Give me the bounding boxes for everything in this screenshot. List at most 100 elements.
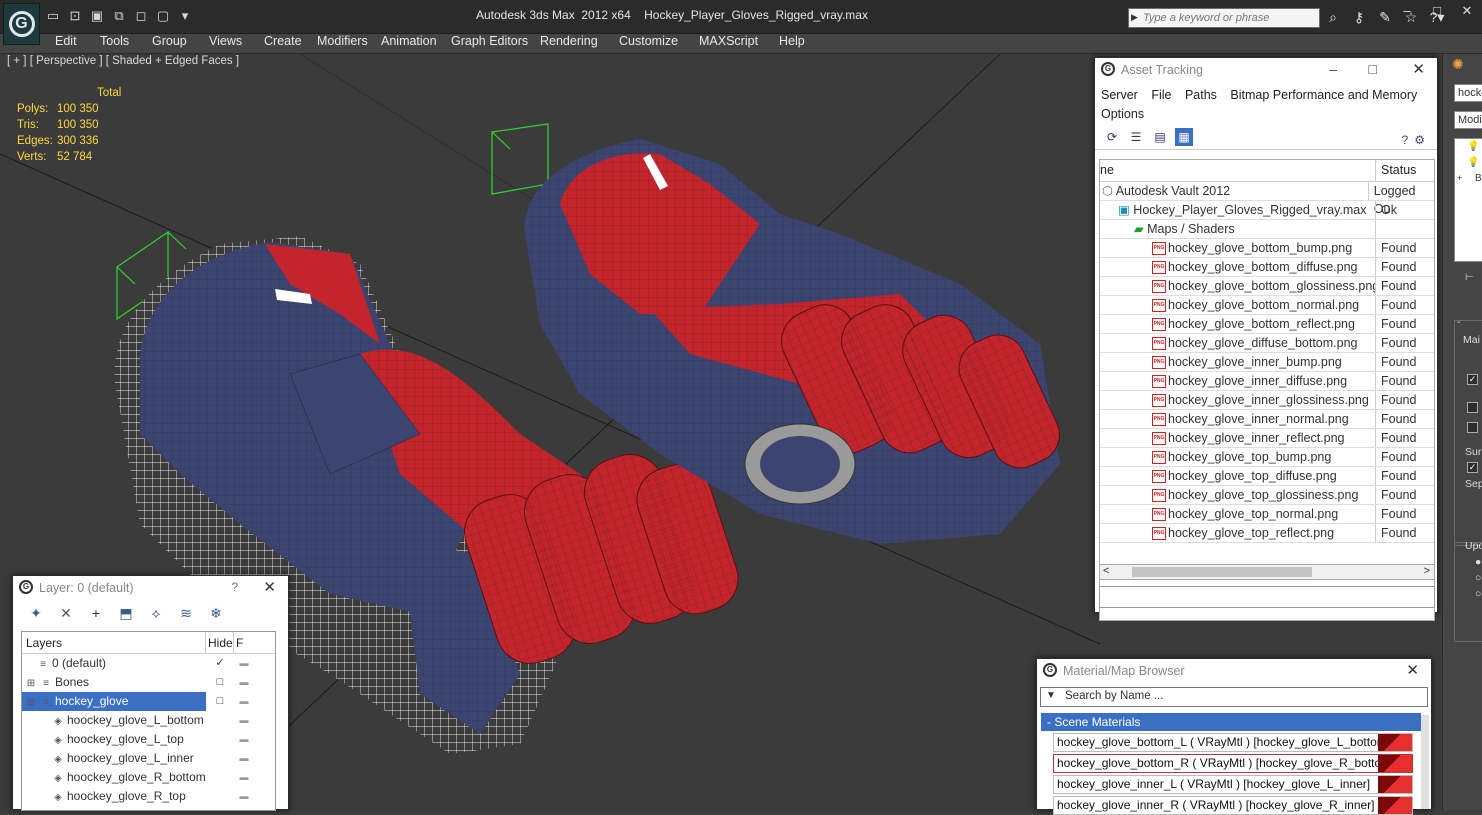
menu-graph-editors[interactable]: Graph Editors bbox=[451, 34, 528, 48]
pin-stack-icon[interactable]: ⊢ bbox=[1465, 272, 1474, 283]
rollout-toggle[interactable]: - bbox=[1457, 316, 1461, 328]
hide-toggle[interactable] bbox=[206, 730, 234, 749]
layer-titlebar[interactable]: G Layer: 0 (default) ? ✕ bbox=[13, 576, 288, 600]
scroll-right-icon[interactable]: > bbox=[1424, 565, 1430, 577]
menu-modifiers[interactable]: Modifiers bbox=[317, 34, 368, 48]
minimize-button[interactable]: – bbox=[1392, 0, 1422, 22]
object-name-field[interactable]: hocke bbox=[1454, 84, 1482, 102]
refresh-icon[interactable]: ⟳ bbox=[1103, 128, 1121, 146]
stack-item-label[interactable]: B bbox=[1475, 173, 1482, 184]
menu-options[interactable]: Options bbox=[1101, 107, 1144, 121]
material-item[interactable]: hockey_glove_inner_L ( VRayMtl ) [hockey… bbox=[1053, 775, 1413, 794]
table-row[interactable]: PNG hockey_glove_bottom_bump.png Found bbox=[1100, 239, 1434, 258]
material-search-input[interactable]: ▼ Search by Name ... bbox=[1040, 687, 1428, 707]
hide-toggle[interactable] bbox=[206, 768, 234, 787]
layer-row[interactable]: ◈ hoockey_glove_L_top ▬ bbox=[22, 730, 275, 749]
column-status-header[interactable]: Status bbox=[1376, 160, 1416, 181]
new-file-icon[interactable]: ▭ bbox=[44, 8, 62, 24]
menu-rendering[interactable]: Rendering bbox=[540, 34, 598, 48]
scroll-left-icon[interactable]: < bbox=[1103, 565, 1109, 577]
table-row[interactable]: PNG hockey_glove_bottom_diffuse.png Found bbox=[1100, 258, 1434, 277]
hide-toggle[interactable] bbox=[206, 749, 234, 768]
binoculars-icon[interactable]: ⌕ bbox=[1322, 8, 1344, 26]
freeze-toggle-icon[interactable]: ▬ bbox=[234, 692, 254, 711]
hide-toggle[interactable]: □ bbox=[206, 692, 234, 711]
horizontal-scrollbar[interactable]: < > bbox=[1099, 564, 1435, 580]
freeze-toggle-icon[interactable]: ▬ bbox=[234, 673, 254, 692]
table-row[interactable]: PNG hockey_glove_inner_glossiness.png Foun… bbox=[1100, 391, 1434, 410]
minimize-button[interactable]: – bbox=[1329, 61, 1337, 77]
light-bulb-icon[interactable]: 💡 bbox=[1467, 157, 1479, 168]
modifier-list-dropdown[interactable]: Modif bbox=[1454, 111, 1482, 129]
light-bulb-icon[interactable]: 💡 bbox=[1467, 141, 1479, 152]
hide-toggle[interactable]: ✓ bbox=[206, 654, 234, 673]
checkbox[interactable]: ✓ bbox=[1467, 462, 1478, 473]
layer-row[interactable]: ◈ hoockey_glove_R_bottom ▬ bbox=[22, 768, 275, 787]
expand-search-icon[interactable]: ▶ bbox=[1131, 12, 1138, 23]
help-icon[interactable]: ? bbox=[231, 580, 238, 594]
settings-icon[interactable]: ⚙ bbox=[1414, 133, 1425, 147]
close-icon[interactable]: ✕ bbox=[1412, 60, 1425, 78]
material-item[interactable]: hockey_glove_inner_R ( VRayMtl ) [hockey… bbox=[1053, 796, 1413, 815]
table-row[interactable]: PNG hockey_glove_bottom_reflect.png Found bbox=[1100, 315, 1434, 334]
table-row[interactable]: PNG hockey_glove_inner_bump.png Found bbox=[1100, 353, 1434, 372]
table-row[interactable]: PNG hockey_glove_inner_diffuse.png Found bbox=[1100, 372, 1434, 391]
thumbnail-view-icon[interactable]: ▤ bbox=[1151, 128, 1169, 146]
table-row[interactable]: PNG hockey_glove_diffuse_bottom.png Found bbox=[1100, 334, 1434, 353]
table-row[interactable]: PNG hockey_glove_top_bump.png Found bbox=[1100, 448, 1434, 467]
menu-group[interactable]: Group bbox=[152, 34, 187, 48]
table-row[interactable]: PNG hockey_glove_top_reflect.png Found bbox=[1100, 524, 1434, 543]
layer-row[interactable]: ⊞ ≡ hockey_glove □ ▬ bbox=[22, 692, 275, 711]
freeze-toggle-icon[interactable]: ▬ bbox=[234, 654, 254, 673]
freeze-all-icon[interactable]: ❄ bbox=[205, 605, 227, 623]
select-in-layer-icon[interactable]: ⬒ bbox=[115, 605, 137, 623]
checkbox[interactable] bbox=[1467, 422, 1478, 433]
table-row[interactable]: PNG hockey_glove_bottom_normal.png Found bbox=[1100, 296, 1434, 315]
highlight-layer-icon[interactable]: ⟡ bbox=[145, 605, 167, 623]
help-icon[interactable]: ? bbox=[1402, 133, 1409, 147]
scroll-thumb[interactable] bbox=[1132, 567, 1312, 577]
menu-server[interactable]: Server bbox=[1101, 88, 1138, 102]
modifier-stack[interactable]: 💡 💡 + B bbox=[1454, 138, 1482, 262]
menu-paths[interactable]: Paths bbox=[1185, 88, 1217, 102]
material-browser-titlebar[interactable]: G Material/Map Browser ✕ bbox=[1037, 659, 1431, 683]
column-layers-header[interactable]: Layers bbox=[22, 632, 206, 653]
material-item[interactable]: hockey_glove_bottom_L ( VRayMtl ) [hocke… bbox=[1053, 733, 1413, 752]
3ds-max-logo-icon[interactable]: G bbox=[3, 3, 40, 45]
project-folder-icon[interactable]: ▢ bbox=[154, 8, 172, 24]
expand-icon[interactable]: ⊞ bbox=[25, 694, 37, 711]
table-row[interactable]: PNG hockey_glove_top_diffuse.png Found bbox=[1100, 467, 1434, 486]
radio-button[interactable]: ● bbox=[1475, 556, 1481, 568]
vertical-scrollbar[interactable] bbox=[1421, 715, 1429, 809]
hide-all-icon[interactable]: ≋ bbox=[175, 605, 197, 623]
close-icon[interactable]: ✕ bbox=[1406, 661, 1419, 679]
close-button[interactable]: ✕ bbox=[1452, 0, 1482, 22]
freeze-toggle-icon[interactable]: ▬ bbox=[234, 730, 254, 749]
search-options-icon[interactable]: ▼ bbox=[1046, 690, 1056, 701]
material-item[interactable]: hockey_glove_bottom_R ( VRayMtl ) [hocke… bbox=[1053, 754, 1413, 773]
menu-help[interactable]: Help bbox=[779, 34, 805, 48]
layer-row[interactable]: ◈ hoockey_glove_L_bottom ▬ bbox=[22, 711, 275, 730]
column-hide-header[interactable]: Hide bbox=[206, 632, 234, 653]
freeze-toggle-icon[interactable]: ▬ bbox=[234, 787, 254, 806]
table-row[interactable]: ▣ Hockey_Player_Gloves_Rigged_vray.max Ok bbox=[1100, 201, 1434, 220]
menu-views[interactable]: Views bbox=[209, 34, 242, 48]
redo-icon[interactable]: ◻ bbox=[132, 8, 150, 24]
open-folder-icon[interactable]: ⊡ bbox=[66, 8, 84, 24]
sun-icon[interactable]: ✺ bbox=[1452, 56, 1464, 73]
asset-path-field[interactable] bbox=[1099, 586, 1435, 608]
table-row[interactable]: PNG hockey_glove_top_normal.png Found bbox=[1100, 505, 1434, 524]
menu-customize[interactable]: Customize bbox=[619, 34, 678, 48]
radio-button[interactable]: ○ bbox=[1475, 588, 1481, 600]
checkbox[interactable] bbox=[1467, 402, 1478, 413]
layer-row[interactable]: ◈ hoockey_glove_R_top ▬ bbox=[22, 787, 275, 806]
maximize-button[interactable]: □ bbox=[1422, 0, 1452, 22]
freeze-toggle-icon[interactable]: ▬ bbox=[234, 768, 254, 787]
checkbox[interactable]: ✓ bbox=[1467, 374, 1478, 385]
expand-icon[interactable]: ⊞ bbox=[25, 675, 37, 692]
menu-file[interactable]: File bbox=[1151, 88, 1171, 102]
column-name-header[interactable]: ne bbox=[1100, 160, 1376, 181]
add-to-layer-icon[interactable]: + bbox=[85, 605, 107, 623]
asset-tracking-titlebar[interactable]: G Asset Tracking – □ ✕ bbox=[1095, 58, 1437, 86]
table-view-icon[interactable]: ▦ bbox=[1175, 127, 1193, 146]
